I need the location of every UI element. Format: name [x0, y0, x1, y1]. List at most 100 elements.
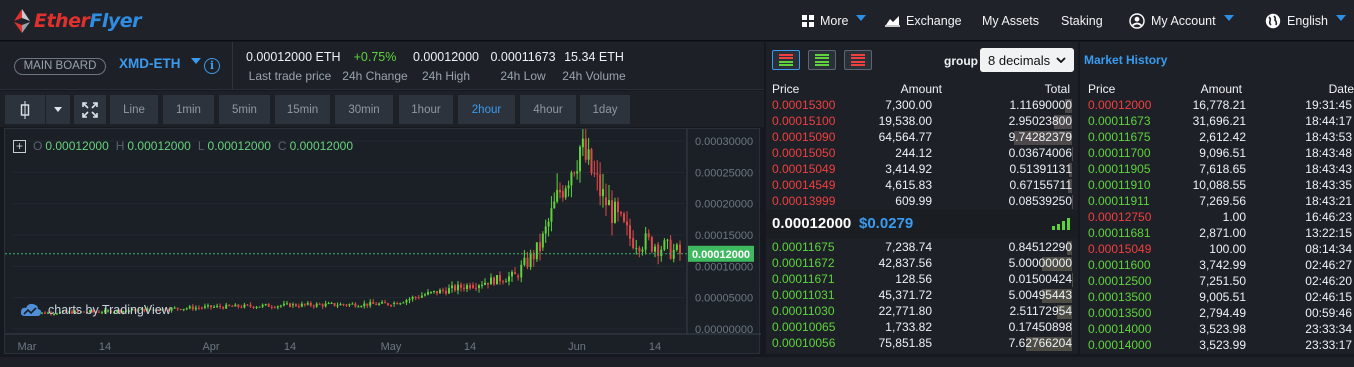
brand-logo[interactable]: EtherFlyer	[14, 8, 141, 33]
ask-row[interactable]: 0.00015100 19,538.00 2.95023800	[766, 114, 1078, 130]
interval-1min[interactable]: 1min	[163, 95, 214, 124]
candle-body	[276, 306, 279, 308]
plus-icon[interactable]: +	[13, 139, 26, 153]
history-amount: 10,088.55	[1192, 178, 1246, 192]
history-row[interactable]: 0.00014000 3,523.98 23:33:34	[1080, 322, 1354, 338]
candle-body	[249, 304, 252, 307]
pair-selector[interactable]: XMD-ETH	[119, 56, 181, 71]
history-row[interactable]: 0.00011905 7,618.65 18:43:43	[1080, 162, 1354, 178]
history-row[interactable]: 0.00013500 9,005.51 02:46:15	[1080, 290, 1354, 306]
candle-body	[472, 285, 474, 288]
ask-row[interactable]: 0.00014549 4,615.83 0.67155711	[766, 178, 1078, 194]
bid-row[interactable]: 0.00010056 75,851.85 7.62766204	[766, 336, 1078, 352]
interval-5min[interactable]: 5min	[219, 95, 270, 124]
bid-row[interactable]: 0.00011675 7,238.74 0.84512290	[766, 240, 1078, 256]
interval-1day[interactable]: 1day	[580, 95, 630, 124]
nav-more[interactable]: More	[802, 0, 867, 41]
nav-staking[interactable]: Staking	[1061, 0, 1103, 41]
ohlc-open: 0.00012000	[45, 139, 109, 153]
history-row[interactable]: 0.00014000 3,523.99 23:33:17	[1080, 338, 1354, 354]
nav-my-account[interactable]: My Account	[1129, 0, 1234, 41]
order-total: 1.11690000	[1009, 98, 1072, 112]
interval-15min[interactable]: 15min	[275, 95, 330, 124]
view-all-orders-button[interactable]	[772, 50, 800, 70]
main-board-badge[interactable]: MAIN BOARD	[14, 58, 106, 75]
candle-body	[369, 301, 372, 306]
candle-body	[342, 304, 345, 306]
candle-body	[393, 302, 396, 304]
nav-my-assets[interactable]: My Assets	[982, 0, 1039, 41]
stat-value: 0.00012000	[412, 50, 480, 64]
tradingview-label: charts by TradingView	[48, 303, 171, 317]
y-tick-label: 0.00015000	[695, 230, 753, 242]
interval-1hour[interactable]: 1hour	[399, 95, 453, 124]
candle-body	[514, 272, 516, 275]
candle-body	[366, 303, 369, 306]
order-price: 0.00011675	[772, 240, 835, 254]
history-row[interactable]: 0.00011700 9,096.51 18:43:48	[1080, 146, 1354, 162]
candle-body	[626, 221, 628, 226]
info-icon[interactable]: i	[204, 58, 220, 74]
interval-line[interactable]: Line	[110, 95, 158, 124]
group-select[interactable]: 8 decimals	[980, 48, 1074, 72]
candle-body	[541, 233, 544, 248]
y-tick-label: 0.00030000	[695, 136, 753, 148]
price-chart[interactable]: 0.00030000 0.00025000 0.00020000 0.00015000…	[4, 128, 761, 355]
ask-row[interactable]: 0.00015049 3,414.92 0.51391131	[766, 162, 1078, 178]
candle-body	[445, 290, 447, 294]
history-row[interactable]: 0.00011910 10,088.55 18:43:35	[1080, 178, 1354, 194]
chart-type-dropdown[interactable]	[46, 95, 70, 124]
nav-language[interactable]: English	[1265, 0, 1346, 41]
history-row[interactable]: 0.00011673 31,696.21 18:44:17	[1080, 114, 1354, 130]
bid-row[interactable]: 0.00011671 128.56 0.01500424	[766, 272, 1078, 288]
bid-row[interactable]: 0.00011030 22,771.80 2.51172954	[766, 304, 1078, 320]
view-bids-button[interactable]	[808, 50, 836, 70]
bid-row[interactable]: 0.00010065 1,733.82 0.17450898	[766, 320, 1078, 336]
tradingview-watermark[interactable]: charts by TradingView	[20, 303, 171, 317]
history-row[interactable]: 0.00012750 1.00 16:46:23	[1080, 210, 1354, 226]
stat-value: 15.34 ETH	[564, 50, 624, 64]
price-chart-canvas[interactable]: 0.00030000 0.00025000 0.00020000 0.00015000…	[5, 129, 761, 355]
view-asks-button[interactable]	[844, 50, 872, 70]
divider	[232, 42, 233, 90]
candle-body	[417, 297, 420, 299]
history-row[interactable]: 0.00011681 2,871.00 13:22:15	[1080, 226, 1354, 242]
order-book-header: Price Amount Total	[766, 82, 1078, 96]
order-total: 0.03674006	[1008, 146, 1072, 160]
chart-type-button[interactable]	[5, 95, 45, 124]
bid-row[interactable]: 0.00011031 45,371.72 5.00495443	[766, 288, 1078, 304]
candle-body	[289, 303, 291, 307]
candle-body	[602, 189, 604, 197]
history-time: 18:43:21	[1305, 194, 1352, 208]
candle-body	[191, 306, 194, 310]
candle-body	[451, 285, 453, 289]
candle-body	[261, 304, 264, 307]
fullscreen-button[interactable]	[74, 95, 106, 124]
history-row[interactable]: 0.00011600 3,742.99 02:46:27	[1080, 258, 1354, 274]
nav-exchange[interactable]: Exchange	[885, 0, 962, 41]
order-total: 9.74282379	[1008, 130, 1072, 144]
candle-body	[544, 226, 547, 234]
ask-row[interactable]: 0.00015090 64,564.77 9.74282379	[766, 130, 1078, 146]
interval-2hour[interactable]: 2hour	[458, 95, 515, 124]
history-row[interactable]: 0.00012000 16,778.21 19:31:45	[1080, 98, 1354, 114]
candle-body	[561, 191, 564, 198]
interval-30min[interactable]: 30min	[335, 95, 393, 124]
history-row[interactable]: 0.00013500 2,794.49 00:59:46	[1080, 306, 1354, 322]
history-price: 0.00012750	[1088, 210, 1152, 224]
candle-body	[460, 284, 462, 288]
history-row[interactable]: 0.00015049 100.00 08:14:34	[1080, 242, 1354, 258]
history-row[interactable]: 0.00012500 7,251.50 02:46:20	[1080, 274, 1354, 290]
ask-row[interactable]: 0.00015300 7,300.00 1.11690000	[766, 98, 1078, 114]
chevron-down-icon[interactable]	[191, 58, 201, 64]
interval-4hour[interactable]: 4hour	[520, 95, 576, 124]
history-row[interactable]: 0.00011911 7,269.56 18:43:21	[1080, 194, 1354, 210]
nav-language-label: English	[1287, 13, 1328, 28]
ask-row[interactable]: 0.00013999 609.99 0.08539250	[766, 194, 1078, 210]
history-row[interactable]: 0.00011675 2,612.42 18:43:53	[1080, 130, 1354, 146]
chevron-down-icon	[1336, 14, 1346, 21]
history-amount: 3,523.99	[1199, 338, 1246, 352]
bid-row[interactable]: 0.00011672 42,837.56 5.00000000	[766, 256, 1078, 272]
ask-row[interactable]: 0.00015050 244.12 0.03674006	[766, 146, 1078, 162]
candle-body	[219, 305, 222, 308]
